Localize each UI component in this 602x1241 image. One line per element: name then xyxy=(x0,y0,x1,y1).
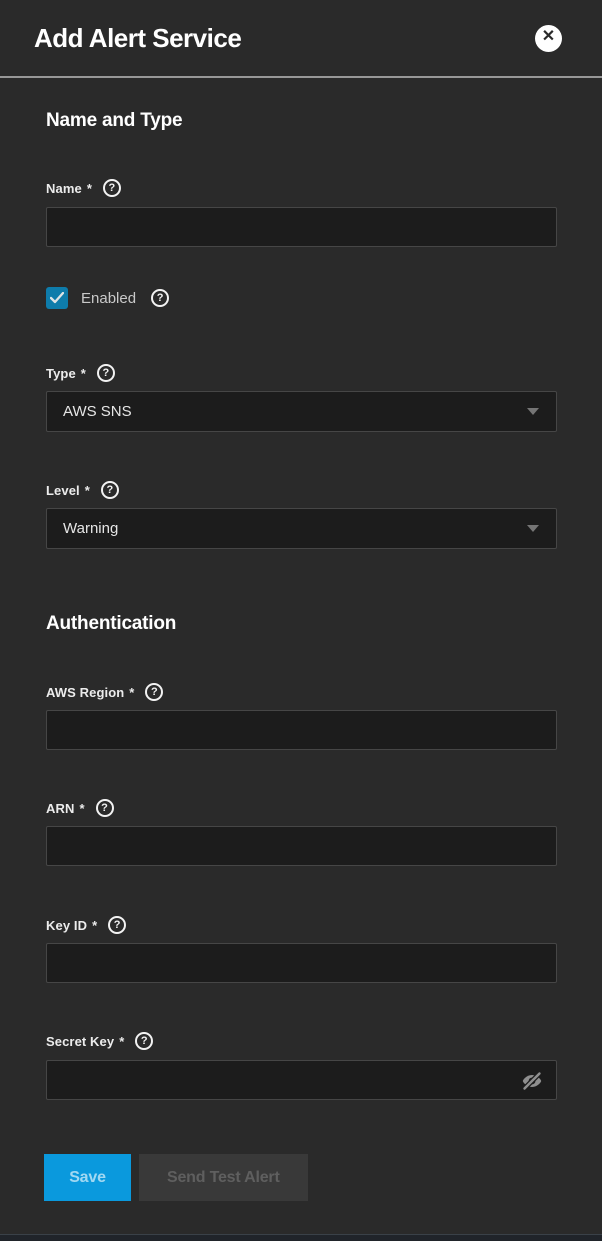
field-level: Level * ? Warning xyxy=(46,481,557,549)
field-type: Type * ? AWS SNS xyxy=(46,364,557,432)
arn-label-row: ARN * ? xyxy=(46,799,557,817)
save-button[interactable]: Save xyxy=(44,1154,131,1201)
eye-off-icon[interactable] xyxy=(519,1068,545,1094)
type-select-value: AWS SNS xyxy=(63,403,132,420)
form-body: Name and Type Name * ? Enabled ? Type * … xyxy=(0,110,602,1201)
secret-key-input[interactable] xyxy=(46,1060,557,1100)
name-label: Name xyxy=(46,181,82,196)
key-id-label-row: Key ID * ? xyxy=(46,916,557,934)
header-divider xyxy=(0,76,602,78)
required-marker: * xyxy=(92,918,97,933)
page-title: Add Alert Service xyxy=(34,23,241,54)
help-icon[interactable]: ? xyxy=(151,289,169,307)
enabled-row: Enabled ? xyxy=(46,287,557,309)
panel-header: Add Alert Service ✕ xyxy=(0,0,602,76)
key-id-label: Key ID xyxy=(46,918,87,933)
type-select[interactable]: AWS SNS xyxy=(46,391,557,432)
required-marker: * xyxy=(79,801,84,816)
required-marker: * xyxy=(119,1034,124,1049)
close-button[interactable]: ✕ xyxy=(535,25,562,52)
aws-region-input[interactable] xyxy=(46,710,557,750)
level-label: Level xyxy=(46,483,80,498)
section-heading-name-and-type: Name and Type xyxy=(46,110,557,132)
chevron-down-icon xyxy=(527,525,539,532)
help-icon[interactable]: ? xyxy=(96,799,114,817)
send-test-alert-button[interactable]: Send Test Alert xyxy=(139,1154,308,1201)
secret-key-input-wrap xyxy=(46,1060,557,1100)
help-icon[interactable]: ? xyxy=(103,179,121,197)
chevron-down-icon xyxy=(527,408,539,415)
level-select-value: Warning xyxy=(63,520,118,537)
arn-input[interactable] xyxy=(46,826,557,866)
type-label: Type xyxy=(46,366,76,381)
secret-key-label-row: Secret Key * ? xyxy=(46,1032,557,1050)
name-input[interactable] xyxy=(46,207,557,247)
secret-key-label: Secret Key xyxy=(46,1034,114,1049)
field-secret-key: Secret Key * ? xyxy=(46,1032,557,1100)
question-mark-glyph: ? xyxy=(106,485,113,496)
bottom-edge-strip xyxy=(0,1234,602,1241)
arn-label: ARN xyxy=(46,801,74,816)
aws-region-label-row: AWS Region * ? xyxy=(46,683,557,701)
section-heading-authentication: Authentication xyxy=(46,613,557,635)
field-key-id: Key ID * ? xyxy=(46,916,557,983)
type-label-row: Type * ? xyxy=(46,364,557,382)
help-icon[interactable]: ? xyxy=(101,481,119,499)
required-marker: * xyxy=(85,483,90,498)
question-mark-glyph: ? xyxy=(109,183,116,194)
aws-region-label: AWS Region xyxy=(46,685,124,700)
check-icon xyxy=(50,292,64,304)
required-marker: * xyxy=(87,181,92,196)
help-icon[interactable]: ? xyxy=(145,683,163,701)
add-alert-service-panel: Add Alert Service ✕ Name and Type Name *… xyxy=(0,0,602,1241)
level-label-row: Level * ? xyxy=(46,481,557,499)
name-label-row: Name * ? xyxy=(46,179,557,197)
question-mark-glyph: ? xyxy=(141,1036,148,1047)
question-mark-glyph: ? xyxy=(101,803,108,814)
level-select[interactable]: Warning xyxy=(46,508,557,549)
form-actions: Save Send Test Alert xyxy=(44,1154,557,1201)
close-icon: ✕ xyxy=(542,29,555,45)
question-mark-glyph: ? xyxy=(102,368,109,379)
question-mark-glyph: ? xyxy=(157,293,164,304)
field-aws-region: AWS Region * ? xyxy=(46,683,557,750)
key-id-input[interactable] xyxy=(46,943,557,983)
enabled-checkbox[interactable] xyxy=(46,287,68,309)
enabled-label: Enabled xyxy=(81,290,136,307)
field-name: Name * ? xyxy=(46,179,557,247)
required-marker: * xyxy=(129,685,134,700)
field-arn: ARN * ? xyxy=(46,799,557,866)
question-mark-glyph: ? xyxy=(151,687,158,698)
question-mark-glyph: ? xyxy=(114,920,121,931)
help-icon[interactable]: ? xyxy=(97,364,115,382)
required-marker: * xyxy=(81,366,86,381)
help-icon[interactable]: ? xyxy=(135,1032,153,1050)
help-icon[interactable]: ? xyxy=(108,916,126,934)
